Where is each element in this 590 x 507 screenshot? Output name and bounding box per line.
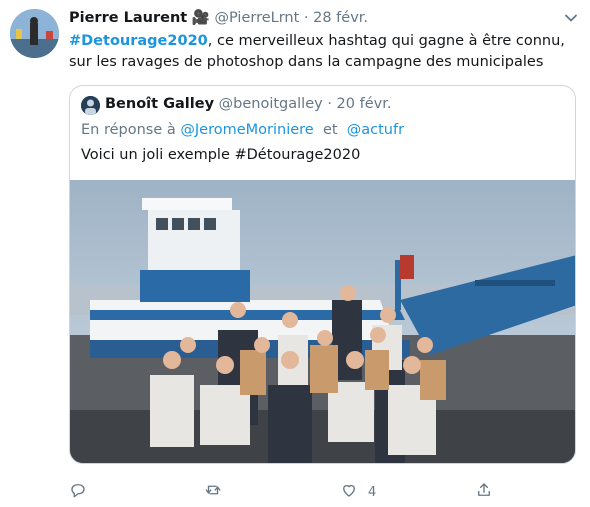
quoted-separator: · <box>327 96 332 112</box>
quoted-photo[interactable] <box>70 180 575 463</box>
reply-joiner: et <box>322 122 338 138</box>
chevron-down-icon[interactable] <box>563 10 579 26</box>
reply-icon <box>69 481 87 503</box>
reply-prefix: En réponse à <box>81 122 176 138</box>
author-avatar[interactable] <box>10 9 59 58</box>
reply-mention-1[interactable]: @JeromeMoriniere <box>180 122 313 138</box>
like-button[interactable]: 4 <box>340 482 376 502</box>
quoted-author-handle[interactable]: @benoitgalley <box>219 96 323 112</box>
quoted-header: Benoît Galley @benoitgalley · 20 févr. <box>105 96 391 112</box>
reply-mention-2[interactable]: @actufr <box>347 122 404 138</box>
quoted-author-avatar[interactable] <box>81 96 100 115</box>
quoted-text: Voici un joli exemple #Détourage2020 <box>81 147 361 163</box>
reply-context: En réponse à @JeromeMoriniere et @actufr <box>81 122 404 138</box>
retweet-icon <box>204 481 222 503</box>
tweet-date[interactable]: 28 févr. <box>313 10 368 26</box>
tweet-header: Pierre Laurent 🎥 @PierreLrnt · 28 févr. <box>69 9 368 26</box>
tweet-actions: 4 <box>0 482 590 504</box>
quoted-date[interactable]: 20 févr. <box>337 96 392 112</box>
author-handle[interactable]: @PierreLrnt <box>214 10 299 26</box>
like-count: 4 <box>368 484 377 500</box>
tweet-text: #Detourage2020, ce merveilleux hashtag q… <box>69 31 574 73</box>
author-emoji: 🎥 <box>191 10 210 26</box>
header-separator: · <box>303 10 309 26</box>
quoted-tweet-card[interactable]: Benoît Galley @benoitgalley · 20 févr. E… <box>69 85 576 464</box>
heart-icon <box>340 481 358 503</box>
author-name[interactable]: Pierre Laurent <box>69 10 187 26</box>
retweet-button[interactable] <box>204 482 222 502</box>
share-icon <box>475 481 493 503</box>
share-button[interactable] <box>475 482 493 502</box>
reply-button[interactable] <box>69 482 87 502</box>
hashtag-link[interactable]: #Detourage2020 <box>69 33 208 49</box>
quoted-author-name[interactable]: Benoît Galley <box>105 96 214 112</box>
